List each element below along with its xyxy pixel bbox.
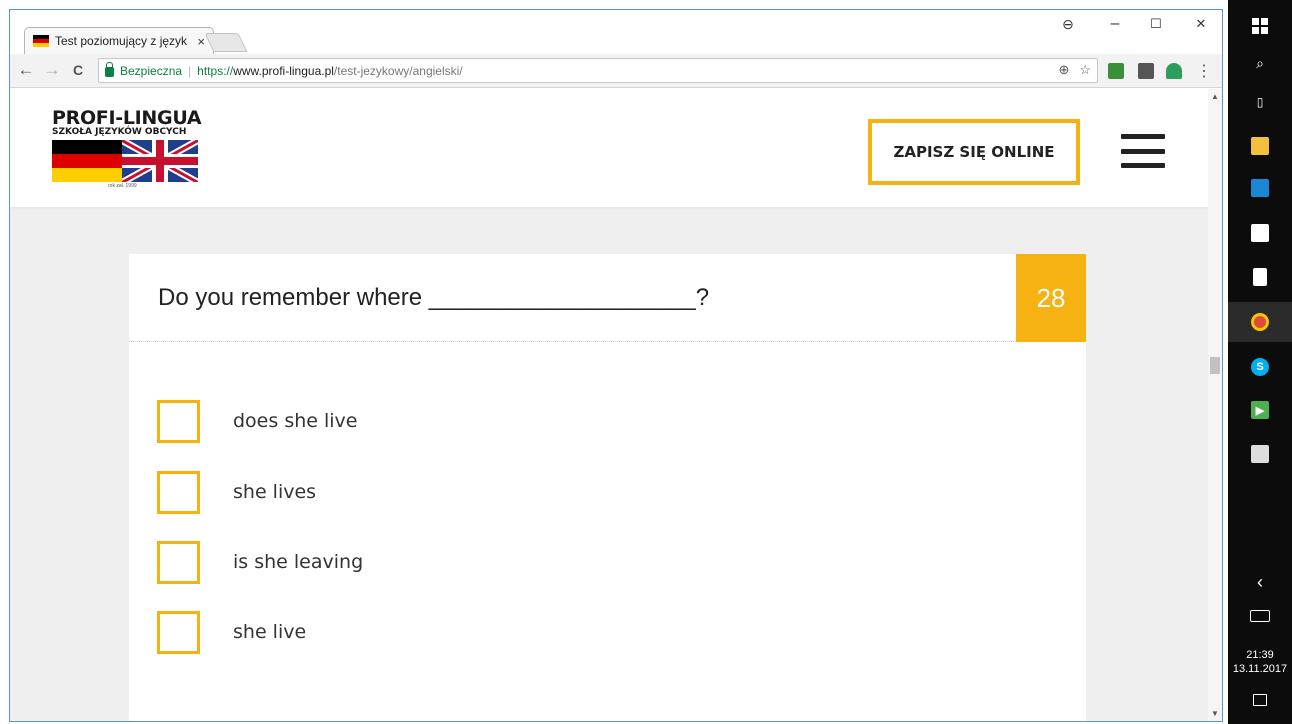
uk-flag-icon <box>122 140 198 182</box>
answer-checkbox[interactable] <box>157 470 200 514</box>
keyboard-icon[interactable] <box>1228 596 1292 636</box>
address-bar[interactable]: Bezpieczna | https:// www.profi-lingua.p… <box>98 58 1098 83</box>
maximize-button[interactable]: ☐ <box>1136 12 1176 36</box>
edge-icon[interactable] <box>1228 168 1292 208</box>
browser-menu-icon[interactable]: ⋮ <box>1196 61 1212 81</box>
tab-close-icon[interactable]: × <box>197 34 205 49</box>
page-viewport: PROFI-LINGUA SZKOŁA JĘZYKÓW OBCYCH rok z… <box>10 89 1208 721</box>
tab-title: Test poziomujący z język <box>55 34 188 48</box>
answer-checkbox[interactable] <box>157 540 200 584</box>
question-bar: Do you remember where __________________… <box>129 254 1086 342</box>
url-host: www.profi-lingua.pl <box>233 63 334 78</box>
clock-date: 13.11.2017 <box>1232 663 1288 675</box>
forward-icon[interactable]: → <box>42 60 62 80</box>
files-icon[interactable] <box>1228 434 1292 474</box>
answer-label[interactable]: she live <box>233 621 306 643</box>
reload-icon[interactable]: C <box>68 60 88 80</box>
browser-tab[interactable]: Test poziomujący z język × <box>24 27 214 54</box>
windows-taskbar: ⌕ ▯ S ▶ ‹ 21:39 13.11.2017 <box>1228 0 1292 724</box>
logo-since: rok zał. 1999 <box>108 183 137 189</box>
store-icon[interactable] <box>1228 213 1292 253</box>
answer-option[interactable]: she live <box>157 610 306 654</box>
minimize-button[interactable]: – <box>1095 12 1135 36</box>
start-button[interactable] <box>1228 6 1292 46</box>
answer-option[interactable]: she lives <box>157 470 316 514</box>
address-divider: | <box>188 63 192 78</box>
signup-online-button[interactable]: ZAPISZ SIĘ ONLINE <box>868 119 1080 185</box>
scroll-up-icon[interactable]: ▲ <box>1211 92 1219 101</box>
url-path: /test-jezykowy/angielski/ <box>333 63 463 78</box>
browser-toolbar: ← → C Bezpieczna | https:// www.profi-li… <box>10 54 1222 88</box>
system-clock[interactable]: 21:39 13.11.2017 <box>1228 648 1292 676</box>
browser-window: Test poziomujący z język × ⊖ – ☐ ✕ ← → C… <box>9 9 1223 722</box>
document-icon[interactable] <box>1228 257 1292 297</box>
answer-checkbox[interactable] <box>157 399 200 443</box>
notifications-icon[interactable] <box>1228 680 1292 720</box>
title-bar: Test poziomujący z język × ⊖ – ☐ ✕ <box>10 10 1222 54</box>
question-text: Do you remember where __________________… <box>158 284 710 311</box>
ext-download-icon[interactable] <box>1138 63 1154 79</box>
question-card: Do you remember where __________________… <box>129 254 1086 721</box>
german-flag-icon <box>52 140 122 182</box>
media-app-icon[interactable]: ▶ <box>1228 390 1292 430</box>
answer-checkbox[interactable] <box>157 610 200 654</box>
skype-icon[interactable]: S <box>1228 347 1292 387</box>
site-header: PROFI-LINGUA SZKOŁA JĘZYKÓW OBCYCH rok z… <box>10 89 1208 207</box>
ext-new-icon[interactable] <box>1166 63 1182 79</box>
answer-option[interactable]: does she live <box>157 399 357 443</box>
logo-flags <box>52 140 201 182</box>
answer-option[interactable]: is she leaving <box>157 540 363 584</box>
ext-green-icon[interactable] <box>1108 63 1124 79</box>
search-icon[interactable]: ⌕ <box>1228 43 1292 83</box>
url-protocol: https:// <box>197 63 234 78</box>
task-view-icon[interactable]: ▯ <box>1228 82 1292 122</box>
zoom-icon[interactable]: ⊕ <box>1058 62 1069 78</box>
page-scrollbar[interactable]: ▲ ▼ <box>1208 89 1222 721</box>
hamburger-menu-icon[interactable] <box>1121 134 1165 168</box>
windows-icon <box>1252 18 1268 34</box>
logo-name: PROFI-LINGUA <box>52 107 202 129</box>
file-explorer-icon[interactable] <box>1228 126 1292 166</box>
chrome-icon[interactable] <box>1228 302 1292 342</box>
secure-label: Bezpieczna <box>120 63 183 78</box>
site-logo[interactable]: PROFI-LINGUA SZKOŁA JĘZYKÓW OBCYCH rok z… <box>52 107 202 189</box>
scroll-thumb[interactable] <box>1210 357 1220 374</box>
favicon-icon <box>33 35 49 47</box>
back-icon[interactable]: ← <box>16 60 36 80</box>
answer-label[interactable]: is she leaving <box>233 551 363 573</box>
logo-subtitle: SZKOŁA JĘZYKÓW OBCYCH <box>52 127 187 137</box>
lock-icon <box>105 61 114 77</box>
close-button[interactable]: ✕ <box>1181 12 1221 36</box>
answer-label[interactable]: she lives <box>233 481 316 503</box>
question-number: 28 <box>1016 254 1086 342</box>
star-icon[interactable]: ☆ <box>1079 62 1091 78</box>
clock-time: 21:39 <box>1246 649 1274 661</box>
answer-label[interactable]: does she live <box>233 410 357 432</box>
account-icon[interactable]: ⊖ <box>1048 12 1088 36</box>
scroll-down-icon[interactable]: ▼ <box>1211 709 1219 718</box>
